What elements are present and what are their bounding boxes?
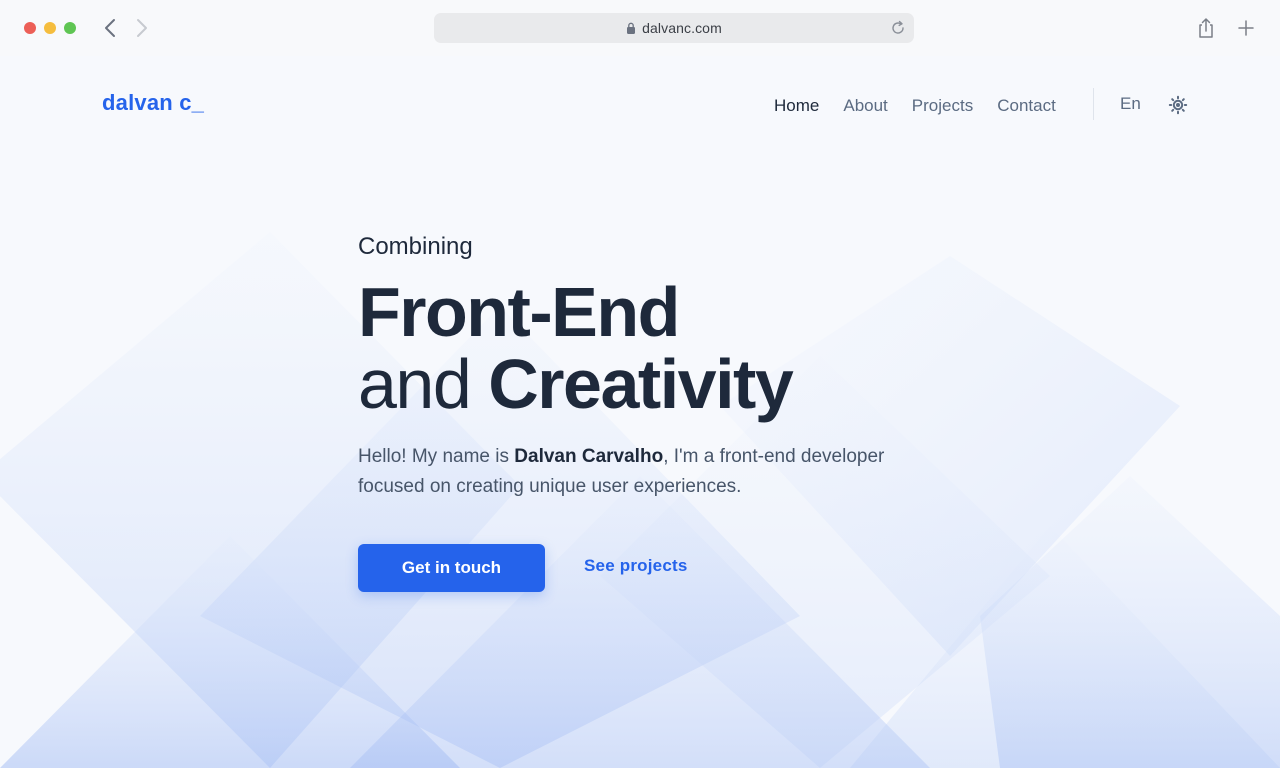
hero-section: Combining Front-End and Creativity Hello… [358,232,978,502]
hero-kicker: Combining [358,233,473,260]
language-switcher[interactable]: En [1120,94,1141,114]
hero-intro: Hello! My name is Dalvan Carvalho, I'm a… [358,442,918,502]
back-icon[interactable] [100,16,120,40]
headline-line-2-light: and [358,345,472,423]
site-logo[interactable]: dalvan c_ [102,90,204,116]
intro-name: Dalvan Carvalho [514,446,664,467]
url-text: dalvanc.com [642,20,722,36]
nav-divider [1093,88,1094,120]
get-in-touch-button[interactable]: Get in touch [358,544,545,592]
address-bar[interactable]: dalvanc.com [434,13,914,43]
headline-line-2-strong: Creativity [488,345,794,423]
reload-icon[interactable] [890,20,906,36]
nav-home[interactable]: Home [774,96,819,116]
theme-toggle-icon[interactable] [1168,95,1188,115]
see-projects-link[interactable]: See projects [584,556,688,576]
nav-contact[interactable]: Contact [997,96,1056,116]
intro-text-start: Hello! My name is [358,446,515,467]
lock-icon [626,22,636,34]
share-icon[interactable] [1196,16,1216,40]
close-window-button[interactable] [24,22,36,34]
browser-toolbar: dalvanc.com [0,0,1280,56]
hero-headline: Front-End and Creativity [358,276,978,420]
headline-line-1: Front-End [358,273,680,351]
nav-about[interactable]: About [843,96,887,116]
minimize-window-button[interactable] [44,22,56,34]
zoom-window-button[interactable] [64,22,76,34]
web-page: dalvan c_ Home About Projects Contact En… [0,56,1280,768]
forward-icon[interactable] [132,16,152,40]
main-nav: Home About Projects Contact [774,94,1080,118]
nav-projects[interactable]: Projects [912,96,973,116]
new-tab-icon[interactable] [1237,19,1255,37]
